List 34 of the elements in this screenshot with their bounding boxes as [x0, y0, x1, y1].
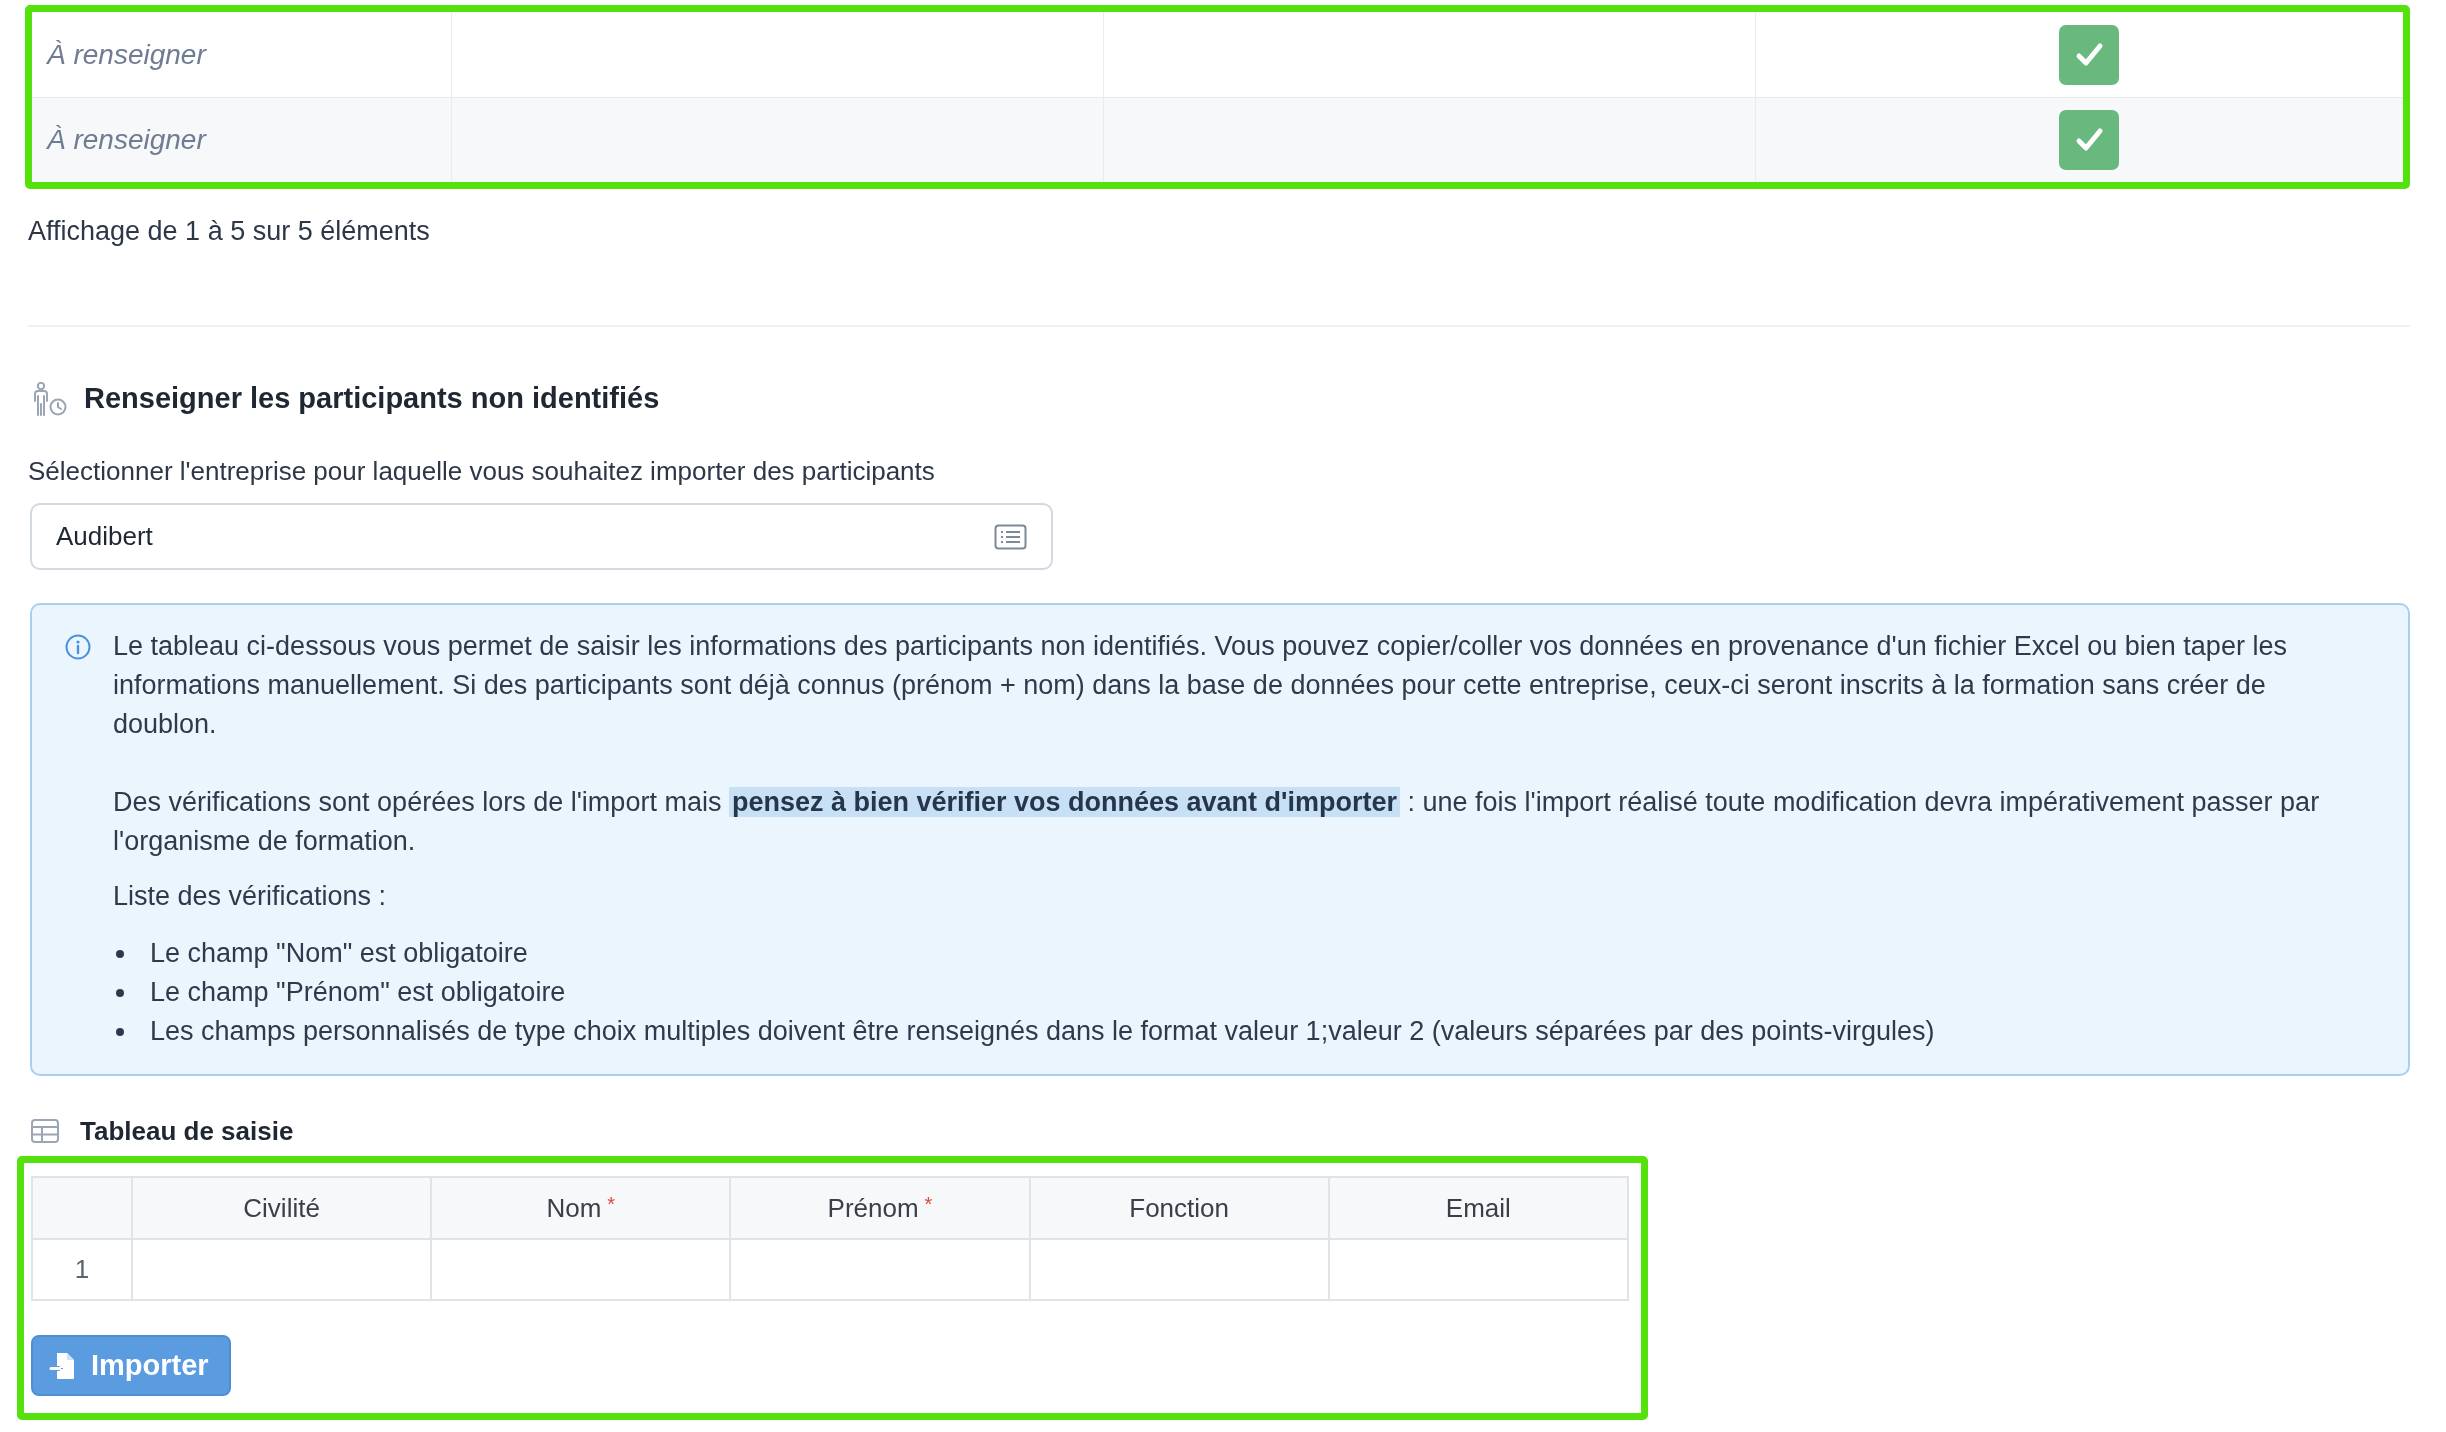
table-icon: [31, 1119, 59, 1143]
bullet-icon: [116, 949, 124, 958]
field-label: Sélectionner l'entreprise pour laquelle vous souhaitez importer des participants: [28, 455, 935, 488]
column-header: Civilité: [132, 1177, 432, 1239]
list-icon: [994, 523, 1027, 550]
pagination-info: Affichage de 1 à 5 sur 5 éléments: [28, 215, 430, 248]
spreadsheet-cell[interactable]: [132, 1239, 432, 1300]
list-item: Les champs personnalisés de type choix multiples doivent être renseignés dans le format valeur 1;valeur 2 (valeurs séparées par des points-virgules): [150, 1015, 1935, 1048]
table-cell-text: À renseigner: [47, 123, 206, 157]
person-clock-icon: [31, 382, 67, 416]
table-title: Tableau de saisie: [80, 1114, 294, 1148]
info-paragraph: Des vérifications sont opérées lors de l'import mais pensez à bien vérifier vos données avant d'importer : une fois l'import réalisé toute modification devra impérativement passer par l'organisme de formation.: [113, 786, 2321, 858]
column-header: Fonction: [1029, 1177, 1329, 1239]
spreadsheet-cell[interactable]: [1328, 1239, 1628, 1300]
column-header: Email: [1328, 1177, 1628, 1239]
bullet-icon: [116, 988, 124, 997]
spreadsheet-cell[interactable]: [730, 1239, 1030, 1300]
list-title: Liste des vérifications :: [113, 880, 388, 913]
bullet-icon: [116, 1027, 124, 1036]
list-item: Le champ "Nom" est obligatoire: [150, 937, 528, 970]
info-icon: [65, 634, 91, 660]
checkbox[interactable]: [2058, 24, 2119, 85]
row-number: 1: [32, 1239, 132, 1300]
company-select[interactable]: Audibert: [30, 503, 1053, 570]
info-paragraph: Le tableau ci-dessous vous permet de saisir les informations des participants non identifiés. Vous pouvez copier/coller vos données en provenance d'un fichier Excel ou bien taper les informations manuellement. Si des participants sont déjà connus (prénom + nom) dans la base de données pour cette entreprise, ceux-ci seront inscrits à la formation sans créer de doublon.: [113, 630, 2288, 741]
table-cell-text: À renseigner: [47, 37, 206, 72]
file-import-icon: [49, 1350, 77, 1381]
spreadsheet-cell[interactable]: [431, 1239, 731, 1300]
column-header: Nom *: [431, 1177, 731, 1239]
checkbox[interactable]: [2058, 110, 2119, 170]
list-item: Le champ "Prénom" est obligatoire: [150, 976, 566, 1009]
section-title: Renseigner les participants non identifiés: [84, 381, 660, 417]
spreadsheet-cell[interactable]: [1029, 1239, 1329, 1300]
column-header: Prénom *: [730, 1177, 1030, 1239]
